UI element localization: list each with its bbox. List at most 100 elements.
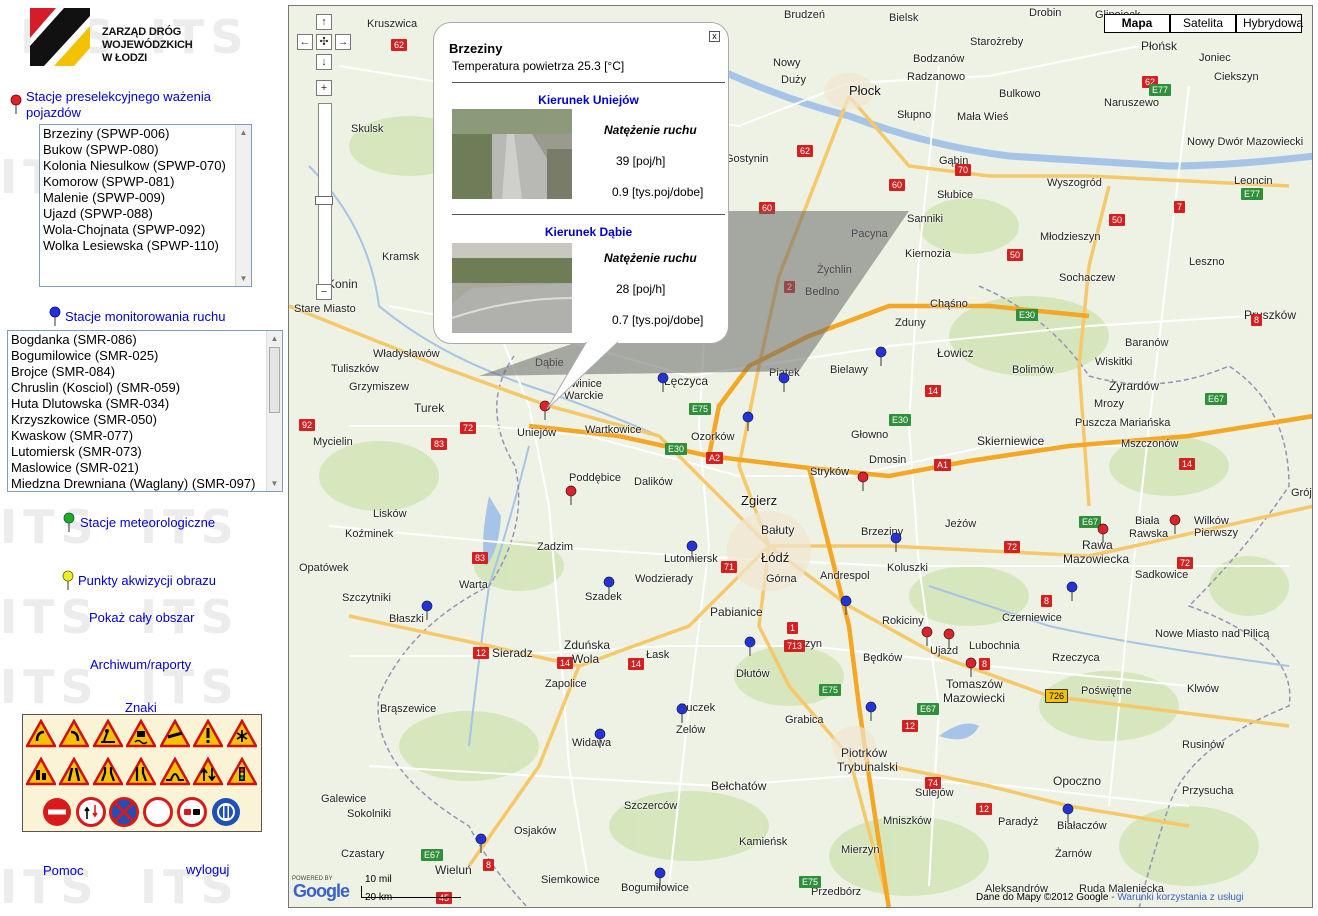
watermark: ITS (0, 660, 100, 714)
list-item[interactable]: Brzeziny (SPWP-006) (40, 126, 251, 142)
pan-down-icon[interactable]: ↓ (316, 54, 332, 70)
list-item[interactable]: Kwaskow (SMR-077) (8, 428, 282, 444)
archive-link[interactable]: Archiwum/raporty (90, 657, 191, 673)
snow-sign-icon[interactable] (227, 719, 257, 749)
camera-image[interactable] (452, 243, 572, 333)
monitoring-stations-list[interactable]: Bogdanka (SMR-086) Bogumilowice (SMR-025… (7, 330, 283, 492)
uneven-road-sign-icon[interactable] (160, 757, 190, 787)
map-view[interactable]: KruszwicaBrudzeńDużyBielskDrobinGlinojec… (288, 5, 1313, 908)
station-pin-icon[interactable] (1097, 523, 1109, 543)
list-item[interactable]: Huta Dlutowska (SMR-034) (8, 396, 282, 412)
station-pin-icon[interactable] (965, 657, 977, 677)
narrowing-sign-icon[interactable] (26, 757, 56, 787)
curve-left-sign-icon[interactable] (26, 719, 56, 749)
road-narrows-sign-icon[interactable] (59, 757, 89, 787)
danger-sign-icon[interactable] (193, 719, 223, 749)
station-pin-icon[interactable] (840, 595, 852, 615)
scroll-up-icon[interactable]: ▲ (267, 331, 282, 346)
station-pin-icon[interactable] (686, 540, 698, 560)
map-type-satellite-button[interactable]: Satelita (1170, 14, 1236, 33)
list-item[interactable]: Lutomiersk (SMR-073) (8, 444, 282, 460)
preselection-list-scrollbar[interactable]: ▲ ▼ (235, 125, 251, 286)
station-pin-icon[interactable] (421, 600, 433, 620)
end-of-restrictions-sign-icon[interactable] (211, 797, 241, 827)
station-pin-icon[interactable] (1066, 581, 1078, 601)
station-pin-icon[interactable] (654, 867, 666, 887)
zoom-slider[interactable] (318, 103, 332, 286)
list-item[interactable]: Chruslin (Kosciol) (SMR-059) (8, 380, 282, 396)
station-pin-icon[interactable] (594, 728, 606, 748)
no-overtaking-sign-icon[interactable] (177, 797, 207, 827)
roadworks-sign-icon[interactable] (93, 719, 123, 749)
monitoring-stations-link[interactable]: Stacje monitorowania ruchu (65, 309, 225, 325)
list-item[interactable]: Bogdanka (SMR-086) (8, 332, 282, 348)
station-pin-icon[interactable] (943, 628, 955, 648)
help-link[interactable]: Pomoc (43, 863, 83, 879)
town-label: Wola (572, 652, 600, 666)
station-pin-icon[interactable] (857, 471, 869, 491)
show-all-link[interactable]: Pokaż cały obszar (89, 610, 195, 626)
google-logo[interactable]: Google (293, 881, 350, 902)
pan-up-icon[interactable]: ↑ (316, 14, 332, 30)
curve-right-sign-icon[interactable] (59, 719, 89, 749)
traffic-lights-sign-icon[interactable] (227, 757, 257, 787)
scroll-up-icon[interactable]: ▲ (236, 125, 251, 140)
town-label: Łódź (761, 550, 790, 565)
priority-oncoming-sign-icon[interactable] (76, 797, 106, 827)
no-stopping-sign-icon[interactable] (109, 797, 139, 827)
meteo-stations-link[interactable]: Stacje meteorologiczne (80, 515, 215, 531)
list-item[interactable]: Kolonia Niesulkow (SPWP-070) (40, 158, 251, 174)
close-icon[interactable]: x (709, 31, 720, 42)
barrier-sign-icon[interactable] (160, 719, 190, 749)
list-item[interactable]: Komorow (SPWP-081) (40, 174, 251, 190)
station-pin-icon[interactable] (1062, 803, 1074, 823)
no-entry-sign-icon[interactable] (42, 797, 72, 827)
town-label: Brudzeń (784, 9, 825, 21)
list-item[interactable]: Wola-Chojnata (SPWP-092) (40, 222, 251, 238)
pan-left-icon[interactable]: ← (297, 34, 313, 50)
scroll-down-icon[interactable]: ▼ (236, 271, 251, 286)
station-pin-icon[interactable] (565, 485, 577, 505)
town-label: Bielsk (889, 12, 919, 24)
station-pin-icon[interactable] (1169, 514, 1181, 534)
map-type-hybrid-button[interactable]: Hybrydowa (1236, 14, 1303, 33)
zoom-in-icon[interactable]: + (316, 80, 332, 96)
zoom-out-icon[interactable]: − (316, 284, 332, 300)
list-item[interactable]: Krzyszkowice (SMR-050) (8, 412, 282, 428)
station-pin-icon[interactable] (603, 576, 615, 596)
list-item[interactable]: Miedzna Drewniana (Waglany) (SMR-097) (8, 476, 282, 491)
list-item[interactable]: Ujazd (SPWP-088) (40, 206, 251, 222)
station-pin-icon[interactable] (921, 626, 933, 646)
zoom-slider-thumb[interactable] (315, 196, 333, 205)
station-pin-icon[interactable] (890, 532, 902, 552)
preselection-stations-link[interactable]: Stacje preselekcyjnego ważenia pojazdów (26, 89, 236, 121)
logout-link[interactable]: wyloguj (186, 862, 229, 878)
town-label: Gostynin (725, 153, 769, 165)
station-pin-icon[interactable] (865, 701, 877, 721)
camera-image[interactable] (452, 109, 572, 199)
scrollbar-thumb[interactable] (269, 347, 280, 413)
pan-center-icon[interactable]: ✣ (316, 34, 332, 50)
station-pin-icon[interactable] (475, 833, 487, 853)
terms-link[interactable]: Warunki korzystania z usługi (1117, 892, 1243, 903)
slippery-road-sign-icon[interactable] (126, 719, 156, 749)
two-way-traffic-sign-icon[interactable] (193, 757, 223, 787)
road-narrows-right-sign-icon[interactable] (126, 757, 156, 787)
map-type-map-button[interactable]: Mapa (1104, 14, 1170, 33)
list-item[interactable]: Malenie (SPWP-009) (40, 190, 251, 206)
station-pin-icon[interactable] (676, 703, 688, 723)
pan-right-icon[interactable]: → (335, 34, 351, 50)
list-item[interactable]: Brojce (SMR-084) (8, 364, 282, 380)
list-item[interactable]: Bogumilowice (SMR-025) (8, 348, 282, 364)
no-vehicles-sign-icon[interactable] (143, 797, 173, 827)
monitoring-list-scrollbar[interactable]: ▲ ▼ (266, 331, 282, 491)
scroll-down-icon[interactable]: ▼ (267, 476, 282, 491)
list-item[interactable]: Bukow (SPWP-080) (40, 142, 251, 158)
list-item[interactable]: Wolka Lesiewska (SPWP-110) (40, 238, 251, 254)
image-points-link[interactable]: Punkty akwizycji obrazu (78, 573, 216, 589)
list-item[interactable]: Maslowice (SMR-021) (8, 460, 282, 476)
preselection-stations-list[interactable]: Brzeziny (SPWP-006) Bukow (SPWP-080) Kol… (39, 124, 252, 287)
station-pin-icon[interactable] (744, 636, 756, 656)
station-pin-icon[interactable] (742, 411, 754, 431)
road-narrows-both-sign-icon[interactable] (93, 757, 123, 787)
